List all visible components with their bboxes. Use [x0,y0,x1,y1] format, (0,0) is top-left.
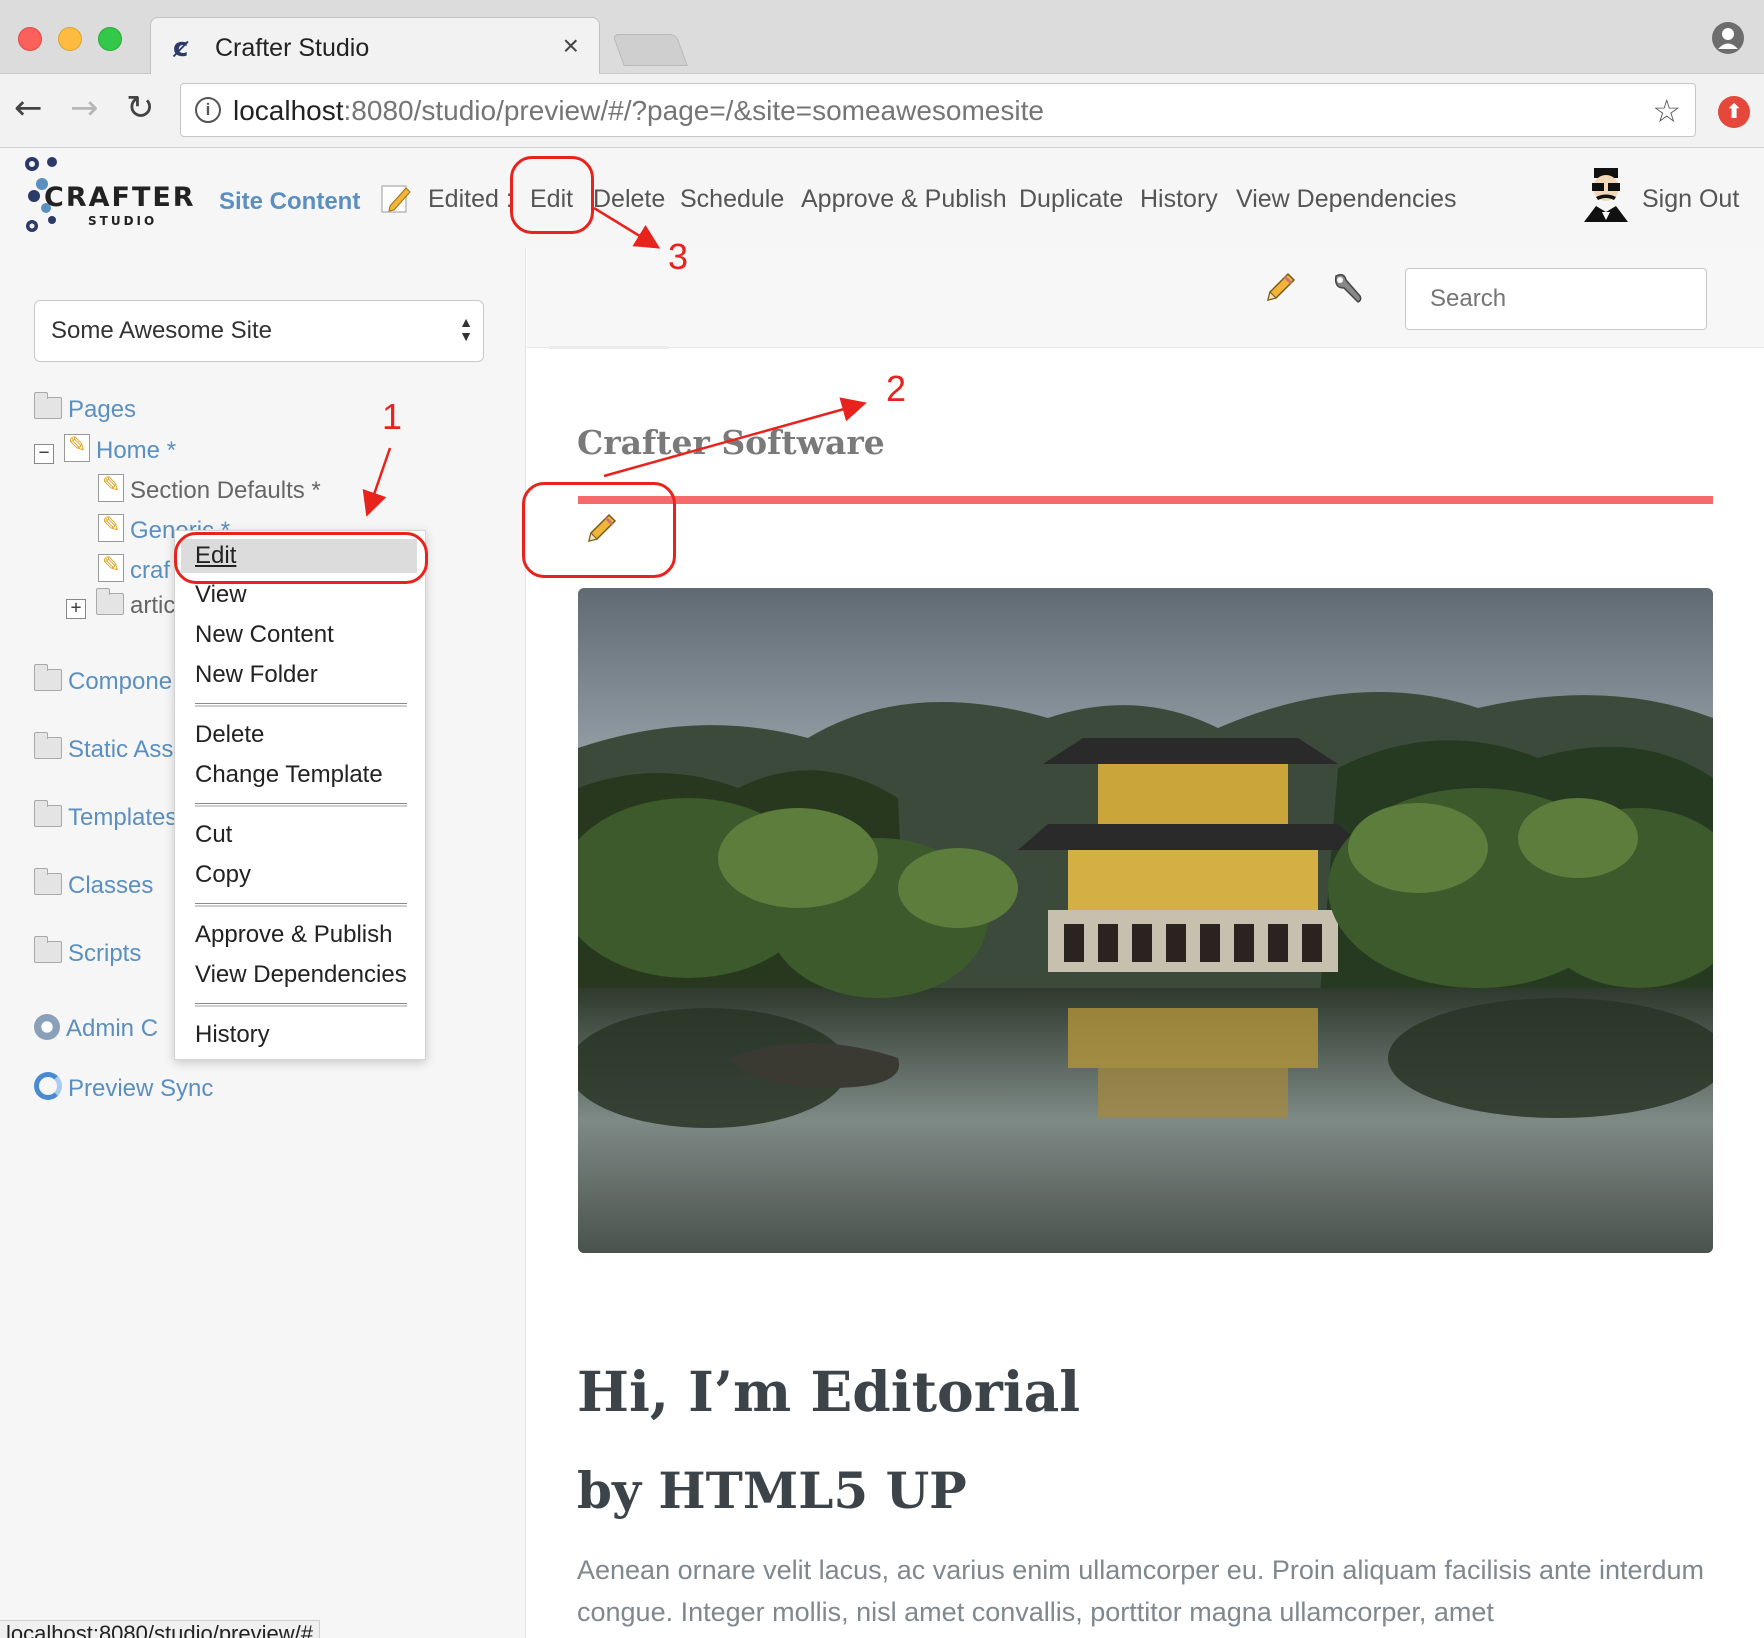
nav-duplicate[interactable]: Duplicate [1019,185,1123,214]
nav-approve-publish[interactable]: Approve & Publish [801,185,1007,214]
hero-image-golden-pavilion [578,588,1713,1253]
menu-divider [195,803,407,807]
tab-close-icon[interactable]: × [563,30,579,62]
context-menu-copy[interactable]: Copy [195,861,251,889]
page-icon [98,473,124,502]
preview-toolbar [527,248,1764,348]
new-tab-button[interactable] [612,34,688,66]
context-menu-view[interactable]: View [195,581,247,609]
bookmark-star-icon[interactable]: ☆ [1652,92,1681,130]
page-icon [98,553,124,582]
tree-item-preview-sync[interactable]: Preview Sync [34,1072,213,1103]
tree-item-home[interactable]: −Home * [34,433,176,465]
browser-toolbar: ← → ↻ i localhost:8080/studio/preview/#/… [0,74,1764,148]
sync-icon [34,1072,62,1100]
folder-icon [34,936,62,963]
page-heading: Hi, I’m Editorial [577,1359,1081,1424]
tree-item-pages[interactable]: Pages [34,392,136,424]
context-menu-new-folder[interactable]: New Folder [195,661,318,689]
callout-number-1: 1 [382,396,403,437]
edited-status-label: Edited : [428,185,513,213]
reload-icon[interactable]: ↻ [126,88,155,128]
profile-icon[interactable] [1712,22,1744,54]
crafter-favicon-icon: ȼ [173,33,189,63]
nav-history[interactable]: History [1140,185,1218,214]
tree-item-articles[interactable]: + artic [66,588,175,620]
tree-item-static-assets[interactable]: Static Ass [34,732,173,764]
extension-icon[interactable]: ⬆ [1718,96,1750,128]
tree-item-admin-console[interactable]: Admin C [34,1014,158,1043]
context-menu-delete[interactable]: Delete [195,721,264,749]
context-menu-view-dependencies[interactable]: View Dependencies [195,961,407,989]
title-accent-bar [578,496,1713,504]
folder-icon [34,392,62,419]
wrench-icon[interactable] [1330,270,1366,306]
tree-item-crafter[interactable]: craf [98,553,170,585]
callout-number-2: 2 [886,368,907,409]
edited-page-icon [381,185,411,213]
browser-tab-bar: ȼ Crafter Studio × [0,0,1764,75]
page-icon [64,433,90,462]
tree-item-classes[interactable]: Classes [34,868,153,900]
studio-header: CRAFTER STUDIO Site Content Edited : Edi… [0,148,1764,248]
window-zoom-button[interactable] [98,27,122,51]
window-close-button[interactable] [18,27,42,51]
context-menu-approve-publish[interactable]: Approve & Publish [195,921,392,949]
tree-item-templates[interactable]: Templates [34,800,177,832]
preview-content: Crafter Software Hi, I’m Editorial by HT… [527,349,1764,1638]
admin-gear-icon [34,1014,60,1040]
site-title[interactable]: Crafter Software [577,423,885,462]
callout-number-3: 3 [668,236,689,277]
menu-divider [195,703,407,707]
context-menu-new-content[interactable]: New Content [195,621,334,649]
site-content-toggle[interactable]: Site Content [219,188,360,216]
folder-icon [34,800,62,827]
context-menu-history[interactable]: History [195,1021,270,1049]
nav-schedule[interactable]: Schedule [680,185,784,214]
expand-icon[interactable]: + [66,599,86,619]
logo-wordmark: CRAFTER [44,182,196,213]
callout-box-menu-edit [174,532,428,584]
nav-delete[interactable]: Delete [593,185,665,214]
nav-view-dependencies[interactable]: View Dependencies [1236,185,1457,214]
site-selector[interactable]: Some Awesome Site ▲ ▼ [34,300,484,362]
site-selector-value: Some Awesome Site [51,317,273,344]
select-arrows-icon: ▲ ▼ [459,314,473,344]
collapse-icon[interactable]: − [34,444,54,464]
callout-box-header-edit [510,156,594,234]
folder-icon [34,732,62,759]
sign-out-link[interactable]: Sign Out [1642,185,1739,214]
folder-icon [96,588,124,615]
address-bar[interactable]: i localhost:8080/studio/preview/#/?page=… [180,83,1696,137]
back-arrow-icon[interactable]: ← [14,88,43,128]
tab-title: Crafter Studio [215,34,370,62]
pencil-icon[interactable] [1262,270,1298,306]
tree-item-section-defaults[interactable]: Section Defaults * [98,473,321,505]
tree-item-components[interactable]: Compone [34,664,172,696]
page-subheading: by HTML5 UP [577,1461,967,1520]
address-url[interactable]: localhost:8080/studio/preview/#/?page=/&… [233,95,1044,127]
context-menu-change-template[interactable]: Change Template [195,761,383,789]
user-avatar[interactable] [1580,168,1632,222]
window-minimize-button[interactable] [58,27,82,51]
page-icon [98,513,124,542]
intro-paragraph: Aenean ornare velit lacus, ac varius eni… [577,1555,1705,1627]
callout-box-inline-pencil [522,482,676,578]
browser-tab-crafter-studio[interactable]: ȼ Crafter Studio × [150,17,600,75]
search-input[interactable] [1405,268,1707,330]
forward-arrow-icon[interactable]: → [70,88,99,128]
folder-icon [34,664,62,691]
folder-icon [34,868,62,895]
logo-subtitle: STUDIO [88,214,158,228]
context-menu-cut[interactable]: Cut [195,821,232,849]
browser-status-bar: localhost:8080/studio/preview/# [0,1620,320,1638]
context-menu: Edit View New Content New Folder Delete … [174,530,426,1060]
tree-item-scripts[interactable]: Scripts [34,936,141,968]
menu-divider [195,1003,407,1007]
site-info-icon[interactable]: i [195,97,221,123]
crafter-studio-logo[interactable]: CRAFTER STUDIO [22,154,194,234]
menu-divider [195,903,407,907]
